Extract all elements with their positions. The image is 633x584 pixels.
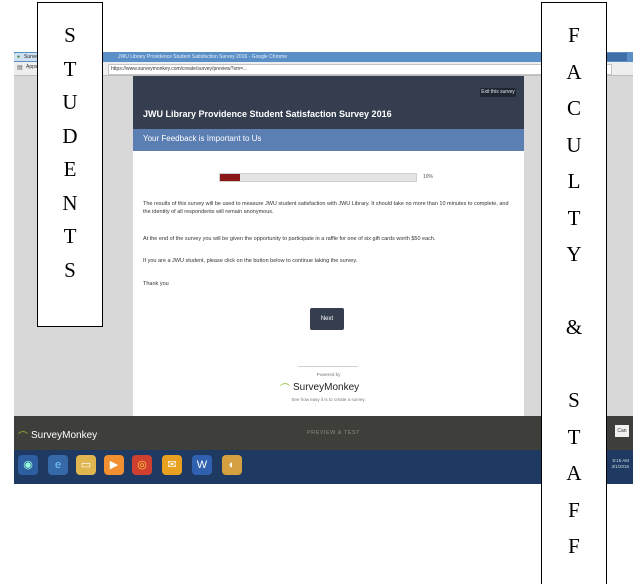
annotation-letter: A <box>566 461 582 485</box>
bookmark-label[interactable]: Apps <box>26 64 37 70</box>
surveymonkey-logo-icon: ⌒ <box>18 432 28 443</box>
folder-icon[interactable]: ▭ <box>76 455 96 475</box>
thank-you-text: Thank you <box>143 281 169 287</box>
create-survey-link[interactable]: See how easy it is to create a survey. <box>133 397 524 402</box>
annotation-letter: S <box>568 388 580 412</box>
surveymonkey-logo-icon: ⌒ <box>280 384 290 395</box>
annotation-letter: Y <box>566 242 582 266</box>
students-annotation: STUDENTS <box>37 2 103 327</box>
window-title: JWU Library Providence Student Satisfact… <box>118 54 287 60</box>
annotation-letter: T <box>567 205 581 230</box>
windows-start-icon[interactable]: ◉ <box>18 455 38 475</box>
word-icon[interactable]: W <box>192 455 212 475</box>
annotation-letter: F <box>568 497 580 522</box>
url-field[interactable]: https://www.surveymonkey.com/create/surv… <box>108 64 612 75</box>
annotation-letter: F <box>568 23 580 47</box>
annotation-letter: E <box>63 157 77 181</box>
footer-divider <box>298 366 358 367</box>
page-title: Your Feedback is Important to Us <box>143 134 262 143</box>
survey-title: JWU Library Providence Student Satisfact… <box>143 109 392 119</box>
annotation-letter: L <box>567 169 581 193</box>
annotation-letter: T <box>63 56 77 81</box>
annotation-letter: U <box>62 90 78 114</box>
misc-icon[interactable]: ◐ <box>222 455 242 475</box>
annotation-letter: T <box>567 424 581 449</box>
ie-icon[interactable]: e <box>48 455 68 475</box>
chrome-icon[interactable]: ◎ <box>132 455 152 475</box>
system-tray-clock: 8:15 AM 3/1/2016 <box>611 458 629 469</box>
surveymonkey-footer-logo[interactable]: ⌒ SurveyMonkey <box>280 380 359 395</box>
annotation-letter: D <box>62 123 78 148</box>
annotation-letter: & <box>565 315 583 339</box>
raffle-paragraph: At the end of the survey you will be giv… <box>143 236 436 242</box>
media-icon[interactable]: ▶ <box>104 455 124 475</box>
annotation-letter: N <box>62 190 78 215</box>
intro-paragraph: The results of this survey will be used … <box>143 201 509 215</box>
continue-paragraph: If you are a JWU student, please click o… <box>143 258 358 264</box>
next-button[interactable]: Next <box>310 308 344 330</box>
page-title-bar: Your Feedback is Important to Us <box>133 129 524 151</box>
annotation-letter: T <box>63 224 77 248</box>
annotation-letter: S <box>64 257 76 282</box>
progress-label: 10% <box>423 174 434 180</box>
editor-cancel-button[interactable]: Can <box>615 425 629 437</box>
editor-brand: SurveyMonkey <box>31 430 98 441</box>
footer-brand: SurveyMonkey <box>293 382 360 393</box>
faculty-staff-annotation: F A C U L T Y & S T A F F <box>541 2 607 584</box>
outlook-icon[interactable]: ✉ <box>162 455 182 475</box>
surveymonkey-tab-icon: ● <box>17 54 21 60</box>
survey-header: Exit this survey JWU Library Providence … <box>133 76 524 129</box>
progress-bar <box>219 173 417 182</box>
exit-survey-button[interactable]: Exit this survey <box>480 88 516 97</box>
window-controls[interactable] <box>607 53 627 61</box>
annotation-letter: U <box>566 132 582 157</box>
progress-fill <box>220 174 240 181</box>
annotation-letter: F <box>568 534 580 558</box>
preview-mode-label: PREVIEW & TEST <box>307 430 361 436</box>
annotation-letter: S <box>64 23 76 47</box>
editor-logo[interactable]: ⌒ SurveyMonkey <box>18 428 97 443</box>
survey-card: Exit this survey JWU Library Providence … <box>133 76 524 416</box>
annotation-letter: C <box>566 96 581 120</box>
annotation-letter: A <box>566 59 582 84</box>
powered-by-label: Powered by <box>316 372 341 377</box>
bookmark-icon: ▤ <box>17 65 23 71</box>
